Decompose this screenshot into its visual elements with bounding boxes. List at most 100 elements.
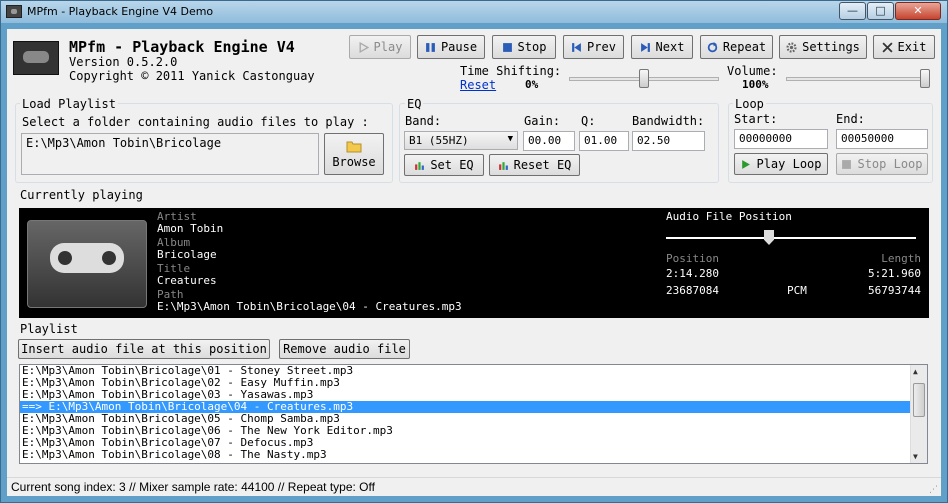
next-icon	[640, 42, 650, 52]
repeat-label: Repeat	[722, 40, 767, 54]
prev-button[interactable]: Prev	[563, 35, 624, 59]
equalizer-icon	[415, 161, 425, 170]
close-icon	[882, 41, 893, 53]
play-loop-button[interactable]: Play Loop	[734, 153, 828, 175]
audio-file-position-label: Audio File Position	[666, 210, 792, 223]
stop-loop-label: Stop Loop	[857, 157, 923, 171]
stop-loop-button[interactable]: Stop Loop	[836, 153, 928, 175]
exit-label: Exit	[897, 40, 927, 54]
play-loop-label: Play Loop	[756, 157, 822, 171]
playlist-title: Playlist	[20, 322, 78, 336]
previous-icon	[572, 42, 581, 52]
stop-label: Stop	[517, 40, 547, 54]
chevron-down-icon: ▼	[507, 134, 513, 144]
eq-band-value: B1 (55HZ)	[409, 134, 469, 147]
album-art-cassette-icon	[27, 220, 147, 308]
volume-slider-thumb[interactable]	[920, 69, 930, 88]
eq-band-select[interactable]: B1 (55HZ) ▼	[404, 131, 518, 150]
next-label: Next	[655, 40, 685, 54]
playlist-scrollbar[interactable]: ▲ ▼	[910, 365, 927, 463]
remove-audio-file-button[interactable]: Remove audio file	[279, 339, 410, 359]
length-bytes: 56793744	[868, 284, 921, 297]
list-item[interactable]: E:\Mp3\Amon Tobin\Bricolage\08 - The Nas…	[20, 449, 927, 461]
next-button[interactable]: Next	[631, 35, 693, 59]
gear-icon	[786, 41, 797, 53]
folder-path-field[interactable]: E:\Mp3\Amon Tobin\Bricolage	[21, 133, 319, 175]
window-title: MPfm - Playback Engine V4 Demo	[27, 5, 214, 18]
time-shifting-slider[interactable]	[569, 69, 719, 89]
maximize-button[interactable]: □	[867, 2, 894, 20]
audio-file-position-slider[interactable]	[666, 228, 916, 248]
set-eq-label: Set EQ	[430, 158, 474, 172]
eq-bandwidth-label: Bandwidth:	[632, 114, 705, 128]
equalizer-reset-icon	[498, 161, 508, 170]
settings-label: Settings	[802, 40, 860, 54]
minimize-button[interactable]: —	[839, 2, 866, 20]
length-time: 5:21.960	[868, 267, 921, 280]
status-bar: Current song index: 3 // Mixer sample ra…	[7, 477, 941, 496]
position-bytes: 23687084	[666, 284, 719, 297]
pause-label: Pause	[440, 40, 478, 54]
app-copyright: Copyright © 2011 Yanick Castonguay	[69, 69, 315, 83]
eq-band-label: Band:	[405, 114, 442, 128]
pause-button[interactable]: Pause	[417, 35, 485, 59]
set-eq-button[interactable]: Set EQ	[404, 154, 484, 176]
main-window: MPfm - Playback Engine V4 Demo — □ ✕ MPf…	[0, 0, 948, 503]
stop-icon	[842, 159, 852, 169]
loop-end-field[interactable]: 00050000	[836, 129, 928, 149]
eq-title: EQ	[405, 97, 424, 111]
stop-icon	[502, 42, 512, 52]
album-value: Bricolage	[157, 248, 217, 261]
position-time: 2:14.280	[666, 267, 719, 280]
volume-slider[interactable]	[786, 69, 930, 89]
time-shifting-value: 0%	[525, 78, 539, 91]
settings-button[interactable]: Settings	[779, 35, 867, 59]
eq-gain-field[interactable]: 00.00	[523, 131, 575, 151]
prev-label: Prev	[587, 40, 616, 54]
app-icon	[6, 5, 22, 18]
folder-icon	[346, 141, 362, 153]
eq-bandwidth-field[interactable]: 02.50	[632, 131, 705, 151]
eq-q-field[interactable]: 01.00	[579, 131, 629, 151]
time-shifting-slider-thumb[interactable]	[639, 69, 649, 88]
load-playlist-instruction: Select a folder containing audio files t…	[22, 115, 369, 129]
time-shifting-reset-link[interactable]: Reset	[460, 78, 496, 92]
scroll-up-arrow-icon[interactable]: ▲	[913, 367, 918, 376]
app-name: MPfm - Playback Engine V4	[69, 38, 295, 56]
exit-button[interactable]: Exit	[873, 35, 935, 59]
loop-title: Loop	[733, 97, 766, 111]
audio-file-position-thumb[interactable]	[764, 230, 774, 245]
path-value: E:\Mp3\Amon Tobin\Bricolage\04 - Creatur…	[157, 300, 462, 313]
loop-start-field[interactable]: 00000000	[734, 129, 828, 149]
app-version: Version 0.5.2.0	[69, 55, 178, 69]
eq-gain-label: Gain:	[524, 114, 561, 128]
insert-audio-file-button[interactable]: Insert audio file at this position	[18, 339, 270, 359]
volume-label: Volume:	[727, 64, 778, 78]
now-playing-panel: Artist Amon Tobin Album Bricolage Title …	[19, 208, 929, 318]
client-area: MPfm - Playback Engine V4 Version 0.5.2.…	[7, 29, 941, 496]
loop-end-label: End:	[836, 112, 865, 126]
artist-value: Amon Tobin	[157, 222, 224, 235]
eq-q-label: Q:	[581, 114, 596, 128]
close-window-button[interactable]: ✕	[895, 2, 941, 20]
volume-value: 100%	[742, 78, 769, 91]
play-button[interactable]: Play	[349, 35, 411, 59]
browse-label: Browse	[332, 155, 376, 169]
title-value: Creatures	[157, 274, 217, 287]
browse-button[interactable]: Browse	[324, 133, 384, 175]
audio-format: PCM	[787, 284, 807, 297]
title-bar[interactable]: MPfm - Playback Engine V4 Demo — □ ✕	[1, 1, 947, 23]
play-icon	[742, 159, 751, 169]
resize-grip-icon[interactable]: ⋰	[929, 484, 938, 495]
stop-button[interactable]: Stop	[492, 35, 556, 59]
pause-icon	[426, 42, 435, 52]
cassette-logo-icon	[13, 41, 59, 75]
play-label: Play	[373, 40, 403, 54]
loop-start-label: Start:	[734, 112, 778, 126]
playlist-list[interactable]: E:\Mp3\Amon Tobin\Bricolage\01 - Stoney …	[19, 364, 928, 464]
length-label: Length	[881, 252, 921, 265]
reset-eq-button[interactable]: Reset EQ	[489, 154, 580, 176]
scroll-thumb[interactable]	[913, 383, 925, 417]
repeat-button[interactable]: Repeat	[700, 35, 773, 59]
scroll-down-arrow-icon[interactable]: ▼	[913, 452, 918, 461]
